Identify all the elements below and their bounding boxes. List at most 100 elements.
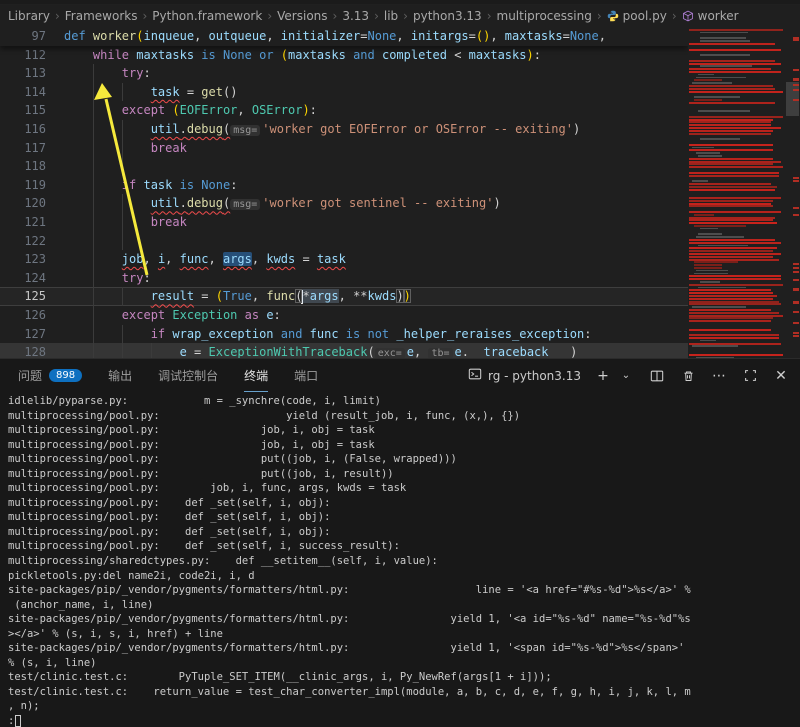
panel-tab-ports[interactable]: 端口 (294, 359, 318, 392)
line-number[interactable]: 114 (0, 83, 46, 102)
minimap-highlight (689, 88, 775, 90)
breadcrumb-item-multiprocessing[interactable]: multiprocessing (497, 9, 592, 23)
breadcrumb-item-python-framework[interactable]: Python.framework (152, 9, 262, 23)
code-line[interactable]: 120 util.debug(msg='worker got sentinel … (0, 194, 688, 213)
line-number[interactable]: 115 (0, 101, 46, 120)
line-number[interactable]: 127 (0, 325, 46, 344)
line-number[interactable]: 118 (0, 157, 46, 176)
code-token: ) (493, 196, 500, 210)
breadcrumb-item-python3-13[interactable]: python3.13 (413, 9, 482, 23)
code-token: 'worker got EOFError or OSError -- exiti… (262, 122, 573, 136)
new-terminal-button[interactable]: + (594, 367, 612, 385)
terminal-row: site-packages/pip/_vendor/pygments/forma… (8, 612, 800, 627)
breadcrumb-item-frameworks[interactable]: Frameworks (65, 9, 138, 23)
line-number[interactable]: 126 (0, 306, 46, 325)
code-line[interactable]: 127 if wrap_exception and func is not _h… (0, 325, 688, 344)
code-line[interactable]: 125 result = (True, func(*args, **kwds)) (0, 287, 688, 306)
code-text: if wrap_exception and func is not _helpe… (64, 325, 591, 344)
panel-tab-terminal[interactable]: 终端 (244, 359, 268, 392)
close-panel-button[interactable]: ✕ (772, 367, 790, 385)
code-token: ) (302, 103, 309, 117)
code-line[interactable]: 116 util.debug(msg='worker got EOFError … (0, 120, 688, 139)
code-line[interactable]: 123 job, i, func, args, kwds = task (0, 250, 688, 269)
code-token: , (194, 29, 208, 43)
terminal-prompt[interactable]: : (8, 714, 800, 727)
code-token: ) (573, 122, 580, 136)
line-number[interactable]: 113 (0, 64, 46, 83)
code-line[interactable]: 117 break (0, 139, 688, 158)
code-line[interactable]: 126 except Exception as e: (0, 306, 688, 325)
line-number[interactable]: 116 (0, 120, 46, 139)
code-token: < (454, 48, 468, 62)
line-number[interactable]: 119 (0, 176, 46, 195)
terminal-icon (468, 367, 482, 384)
line-number[interactable]: 117 (0, 139, 46, 158)
code-text: except Exception as e: (64, 306, 281, 325)
code-line[interactable]: 121 break (0, 213, 688, 232)
code-token: : (143, 271, 150, 285)
breadcrumb-item-library[interactable]: Library (8, 9, 50, 23)
terminal-row: multiprocessing/pool.py: def _set(self, … (8, 510, 800, 525)
line-number[interactable]: 123 (0, 250, 46, 269)
code-line[interactable]: 118 (0, 157, 688, 176)
code-line[interactable]: 122 (0, 232, 688, 251)
line-number[interactable]: 124 (0, 269, 46, 288)
launch-profile-chevron-icon[interactable]: ⌄ (617, 367, 635, 385)
code-line[interactable]: 128 e = ExceptionWithTraceback(exc=e, tb… (0, 343, 688, 358)
breadcrumb-item-pool-py[interactable]: pool.py (607, 9, 667, 23)
code-token: ) (563, 345, 577, 358)
overview-ruler-mark (793, 89, 799, 91)
code-token: __traceback__ (469, 345, 563, 358)
code-line[interactable]: 124 try: (0, 269, 688, 288)
line-number[interactable]: 112 (0, 46, 46, 65)
maximize-panel-button[interactable] (741, 367, 759, 385)
code-line[interactable]: 114 task = get() (0, 83, 688, 102)
line-number[interactable]: 121 (0, 213, 46, 232)
overview-ruler-mark (793, 207, 799, 209)
terminal-tab[interactable]: rg - python3.13 (468, 367, 581, 384)
code-line[interactable]: 113 try: (0, 64, 688, 83)
panel-tab-output[interactable]: 输出 (108, 359, 132, 392)
overview-ruler-mark (793, 263, 799, 265)
overview-ruler-mark (793, 279, 799, 281)
line-number[interactable]: 122 (0, 232, 46, 251)
code-column[interactable]: 97def worker(inqueue, outqueue, initiali… (0, 27, 688, 358)
more-actions-button[interactable]: ⋯ (710, 367, 728, 385)
code-text: break (64, 213, 187, 232)
line-number[interactable]: 128 (0, 343, 46, 358)
line-number[interactable]: 97 (0, 27, 46, 46)
indent-guide (93, 101, 94, 120)
split-terminal-button[interactable] (648, 367, 666, 385)
code-line[interactable]: 112 while maxtasks is None or (maxtasks … (0, 46, 688, 65)
code-token: wrap_exception (172, 327, 280, 341)
code-token: outqueue (209, 29, 267, 43)
code-line[interactable]: 119 if task is None: (0, 176, 688, 195)
overview-ruler-mark (793, 311, 799, 313)
code-line[interactable]: 115 except (EOFError, OSError): (0, 101, 688, 120)
terminal-output[interactable]: idlelib/pyparse.py: m = _synchre(code, i… (0, 392, 800, 727)
breadcrumb-item-lib[interactable]: lib (384, 9, 398, 23)
kill-terminal-button[interactable] (679, 367, 697, 385)
minimap-highlight (689, 242, 781, 244)
code-token: , (165, 252, 179, 266)
minimap-code-line (698, 287, 746, 289)
panel-tab-debug-console[interactable]: 调试控制台 (158, 359, 218, 392)
terminal-row: idlelib/pyparse.py: m = _synchre(code, i… (8, 394, 800, 409)
minimap-highlight (689, 219, 773, 221)
minimap-highlight (694, 225, 746, 227)
code-editor[interactable]: 97def worker(inqueue, outqueue, initiali… (0, 27, 800, 358)
code-token: util (151, 196, 180, 210)
panel-tab-problems[interactable]: 问题898 (18, 359, 82, 392)
code-token: , (339, 289, 353, 303)
sticky-code-line[interactable]: 97def worker(inqueue, outqueue, initiali… (0, 27, 688, 46)
breadcrumb-item-versions[interactable]: Versions (277, 9, 327, 23)
minimap-highlight (689, 298, 773, 300)
line-number[interactable]: 120 (0, 194, 46, 213)
vertical-scrollbar[interactable] (785, 27, 800, 358)
minimap[interactable] (688, 27, 785, 358)
breadcrumb-item-worker[interactable]: worker (682, 9, 739, 23)
breadcrumb-item-3-13[interactable]: 3.13 (342, 9, 369, 23)
line-number[interactable]: 125 (0, 287, 46, 306)
terminal-row: % (s, i, line) (8, 656, 800, 671)
indent-guide (93, 83, 94, 102)
